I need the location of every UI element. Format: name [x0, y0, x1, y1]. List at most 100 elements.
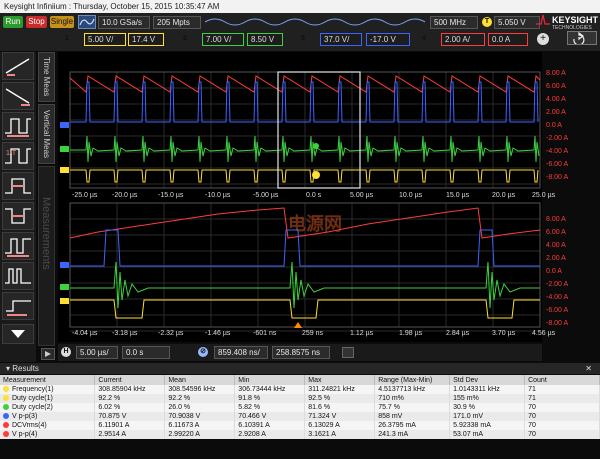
channel-1-badge[interactable]: 1: [62, 34, 72, 44]
lower-x-tick: 259 ns: [302, 330, 324, 337]
zoom-scale-field[interactable]: 859.408 ns/: [214, 346, 268, 359]
upper-y-label: -6.00 A: [546, 161, 569, 168]
channel-4-scale[interactable]: 2.00 A/: [441, 33, 485, 46]
tool-frequency-icon[interactable]: 1/T: [2, 142, 34, 170]
channel-4-offset[interactable]: 0.0 A: [488, 33, 528, 46]
lower-y-label: 4.00 A: [546, 242, 566, 249]
timebase-bar: H 5.00 µs/ 0.0 s ⊘ 859.408 ns/ 258.8575 …: [58, 344, 542, 361]
table-row[interactable]: DCVrms(4) 6.11901 A 6.11673 A 6.10391 A 6.…: [0, 421, 600, 430]
upper-y-label: -2.00 A: [546, 135, 569, 142]
tool-fall-time-icon[interactable]: [2, 82, 34, 110]
lower-grid-watermark: 电源网: [288, 214, 342, 234]
lower-x-tick: 1.12 µs: [350, 330, 374, 337]
channel-2-badge[interactable]: 2: [180, 34, 190, 44]
channel-2-offset[interactable]: 8.50 V: [247, 33, 283, 46]
svg-text:1/T: 1/T: [6, 150, 17, 157]
upper-x-tick: -20.0 µs: [112, 192, 138, 199]
results-title: Results: [12, 364, 39, 373]
upper-y-label: 8.00 A: [546, 70, 566, 77]
stop-button[interactable]: Stop: [26, 16, 47, 28]
lower-y-label: 2.00 A: [546, 255, 566, 262]
timebase-position-field[interactable]: 0.0 s: [122, 346, 170, 359]
bandwidth-field[interactable]: 500 MHz: [430, 16, 478, 29]
tool-burst-icon[interactable]: [2, 262, 34, 290]
panel-toggle-icon[interactable]: [41, 348, 55, 360]
chevron-down-icon[interactable]: [2, 324, 34, 344]
toolbar: Run Stop Single 10.0 GSa/s 205 Mpts 500 …: [0, 13, 600, 51]
measurements-watermark: Measurements: [40, 197, 52, 270]
col-max[interactable]: Max: [304, 375, 376, 385]
upper-x-tick: -5.00 µs: [253, 192, 279, 199]
table-row[interactable]: V p-p(4) 2.9514 A 2.99220 A 2.9208 A 3.162…: [0, 430, 600, 439]
channel-2-scale[interactable]: 7.00 V/: [202, 33, 244, 46]
tool-rise-time-icon[interactable]: [2, 52, 34, 80]
sample-rate-field[interactable]: 10.0 GSa/s: [98, 16, 150, 29]
single-button[interactable]: Single: [50, 16, 74, 28]
plus-circle-icon[interactable]: +: [537, 33, 549, 45]
run-button[interactable]: Run: [3, 16, 23, 28]
table-row[interactable]: V p-p(3) 70.875 V 70.9038 V 70.466 V 71.32…: [0, 412, 600, 421]
tool-pos-width-icon[interactable]: [2, 172, 34, 200]
channel-2-dot-icon: [3, 404, 9, 410]
channel-1-dot-icon: [3, 386, 9, 392]
lower-y-label: -2.00 A: [546, 281, 569, 288]
col-mean[interactable]: Mean: [164, 375, 236, 385]
tab-time-meas[interactable]: Time Meas: [38, 52, 55, 102]
col-std-dev[interactable]: Std Dev: [449, 375, 526, 385]
tab-vertical-meas[interactable]: Vertical Meas: [38, 104, 55, 164]
window-title: Keysight Infiniium : Thursday, October 1…: [0, 0, 600, 13]
lower-x-tick: 3.70 µs: [492, 330, 516, 337]
upper-y-label: 4.00 A: [546, 96, 566, 103]
lower-x-tick: -601 ns: [253, 330, 277, 337]
channel-1-dot-icon: [3, 395, 9, 401]
upper-x-tick: 15.0 µs: [446, 192, 470, 199]
lower-x-tick: -1.46 µs: [205, 330, 231, 337]
channel-3-badge[interactable]: 3: [298, 34, 308, 44]
channel-1-scale[interactable]: 5.00 V/: [84, 33, 126, 46]
measurement-header-row: Measurement Current Mean Min Max Range (…: [0, 375, 600, 385]
table-row[interactable]: Duty cycle(2) 6.02 % 26.0 % 5.82 % 81.6 % 7…: [0, 403, 600, 412]
zoom-position-field[interactable]: 258.8575 ns: [272, 346, 330, 359]
upper-x-tick: 5.00 µs: [350, 192, 374, 199]
col-count[interactable]: Count: [524, 375, 600, 385]
lower-x-tick: -2.32 µs: [158, 330, 184, 337]
trigger-marker-icon: [312, 171, 320, 179]
lower-y-label: -8.00 A: [546, 320, 569, 327]
lower-x-tick: -4.04 µs: [72, 330, 98, 337]
lower-y-label: 8.00 A: [546, 216, 566, 223]
tool-period-icon[interactable]: [2, 112, 34, 140]
table-row[interactable]: Duty cycle(1) 92.2 % 92.2 % 91.8 % 92.5 % 7…: [0, 394, 600, 403]
upper-x-tick: 10.0 µs: [399, 192, 423, 199]
acquisition-mode-icon[interactable]: [78, 15, 96, 29]
trigger-level-field[interactable]: 5.050 V: [494, 16, 540, 29]
channel-4-dot-icon: [3, 422, 9, 428]
col-current[interactable]: Current: [94, 375, 166, 385]
tool-duty-cycle-icon[interactable]: [2, 232, 34, 260]
horizontal-badge: H: [61, 347, 71, 357]
upper-x-tick: 20.0 µs: [492, 192, 516, 199]
lower-y-label: 6.00 A: [546, 229, 566, 236]
upper-x-tick: -15.0 µs: [158, 192, 184, 199]
channel-1-offset[interactable]: 17.4 V: [128, 33, 164, 46]
table-row[interactable]: Frequency(1) 308.85904 kHz 308.54596 kHz 3…: [0, 385, 600, 394]
channel-3-scale[interactable]: 37.0 V/: [320, 33, 362, 46]
undo-icon[interactable]: [567, 31, 597, 46]
lower-y-label: -6.00 A: [546, 307, 569, 314]
overview-waveform-icon: [205, 18, 425, 26]
tool-neg-width-icon[interactable]: [2, 202, 34, 230]
brand-name: KEYSIGHT: [552, 15, 599, 25]
zoom-settings-icon[interactable]: [342, 347, 354, 358]
col-measurement[interactable]: Measurement: [0, 375, 96, 385]
timebase-scale-field[interactable]: 5.00 µs/: [76, 346, 118, 359]
keysight-wave-icon: [536, 14, 550, 25]
col-min[interactable]: Min: [234, 375, 306, 385]
col-range[interactable]: Range (Max-Min): [374, 375, 451, 385]
tool-delay-icon[interactable]: [2, 292, 34, 320]
lower-x-tick: -3.18 µs: [112, 330, 138, 337]
close-icon[interactable]: ✕: [585, 363, 592, 374]
channel-3-offset[interactable]: -17.0 V: [366, 33, 410, 46]
memory-depth-field[interactable]: 205 Mpts: [153, 16, 201, 29]
channel-4-badge[interactable]: 4: [419, 34, 429, 44]
lower-x-tick: 4.56 µs: [532, 330, 556, 337]
results-header[interactable]: ▾ Results ✕: [0, 363, 600, 374]
